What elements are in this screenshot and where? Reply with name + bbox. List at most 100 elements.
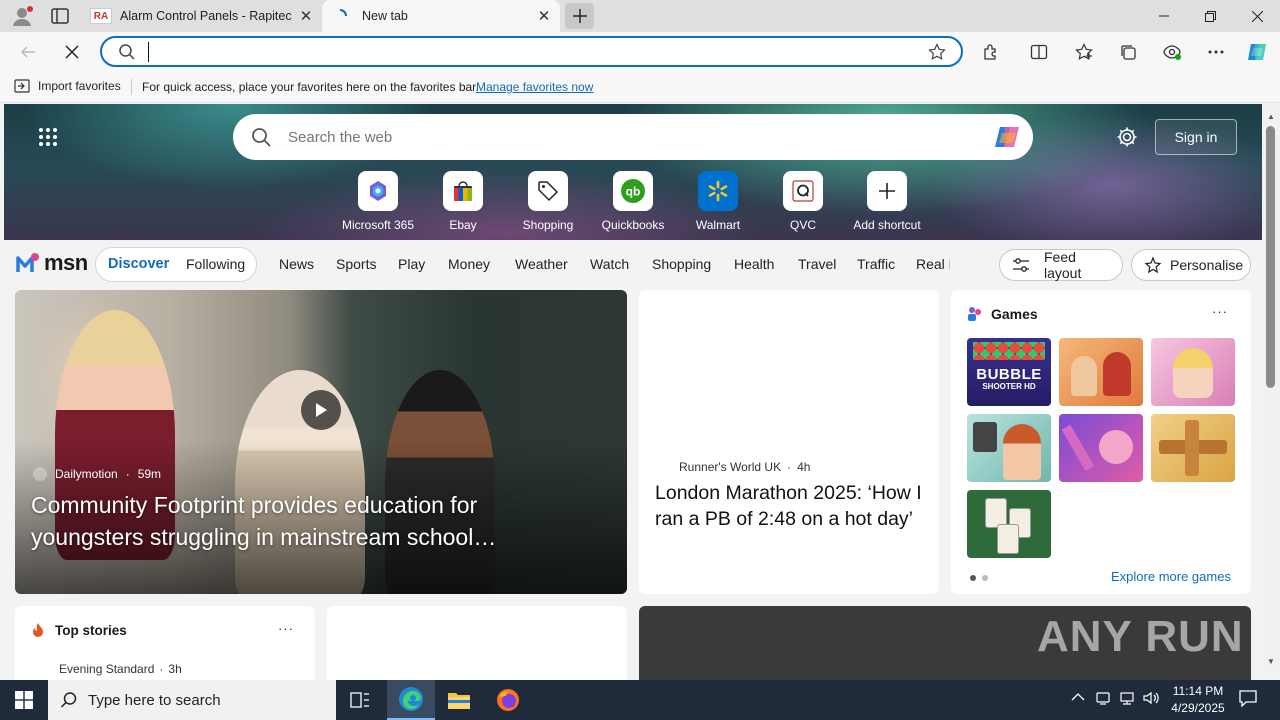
nav-health[interactable]: Health	[734, 256, 774, 272]
nav-shopping[interactable]: Shopping	[652, 256, 711, 272]
more-options-icon[interactable]: ···	[278, 621, 294, 636]
scroll-down-icon[interactable]: ▼	[1267, 657, 1275, 666]
tab-following[interactable]: Following	[186, 256, 245, 272]
explore-more-games-link[interactable]: Explore more games	[1111, 569, 1231, 584]
nav-money[interactable]: Money	[448, 256, 490, 272]
browser-essentials-icon[interactable]	[1160, 40, 1184, 64]
file-explorer-icon[interactable]	[435, 680, 483, 720]
nav-travel[interactable]: Travel	[798, 256, 836, 272]
tab-discover[interactable]: Discover	[108, 256, 169, 272]
manage-favorites-link[interactable]: Manage favorites now	[476, 80, 593, 94]
extensions-icon[interactable]	[979, 40, 1003, 64]
shortcut-label: Shopping	[522, 218, 574, 232]
game-mahjong[interactable]	[967, 490, 1051, 558]
game-tile[interactable]	[1151, 414, 1235, 482]
clock[interactable]: 11:14 PM 4/29/2025	[1168, 683, 1228, 717]
copilot-icon[interactable]	[1245, 40, 1269, 64]
separator-dot: ·	[787, 460, 792, 474]
shortcut-add[interactable]: Add shortcut	[849, 171, 925, 232]
sign-in-button[interactable]: Sign in	[1155, 119, 1237, 155]
start-button[interactable]	[0, 680, 48, 720]
shortcut-walmart[interactable]: Walmart	[680, 171, 756, 232]
more-options-icon[interactable]	[1204, 40, 1228, 64]
new-tab-button[interactable]	[565, 3, 594, 29]
web-search-input[interactable]	[288, 126, 968, 148]
tab-new-tab[interactable]: New tab ✕	[322, 0, 560, 32]
show-hidden-icons[interactable]	[1071, 692, 1085, 702]
ebay-icon	[443, 171, 483, 211]
shortcut-ebay[interactable]: Ebay	[425, 171, 501, 232]
restore-icon[interactable]	[1187, 0, 1233, 32]
task-view-icon[interactable]	[336, 680, 384, 720]
nav-watch[interactable]: Watch	[590, 256, 629, 272]
shortcut-microsoft-365[interactable]: Microsoft 365	[340, 171, 416, 232]
address-input[interactable]	[148, 42, 908, 62]
nav-play[interactable]: Play	[398, 256, 425, 272]
nav-news[interactable]: News	[279, 256, 314, 272]
feed-layout-button[interactable]: Feed layout	[999, 249, 1123, 281]
game-subtitle-text: SHOOTER HD	[982, 382, 1036, 391]
apps-launcher-icon[interactable]	[38, 127, 58, 147]
import-favorites[interactable]: Import favorites	[14, 79, 121, 93]
page-scrollbar[interactable]: ▲ ▼	[1262, 104, 1280, 674]
favorites-icon[interactable]	[1072, 40, 1096, 64]
shortcut-qvc[interactable]: QVC	[765, 171, 841, 232]
game-bubble-shooter[interactable]: BUBBLE SHOOTER HD	[967, 338, 1051, 406]
tab-actions-icon[interactable]	[50, 7, 70, 25]
nav-traffic[interactable]: Traffic	[857, 256, 895, 272]
back-icon[interactable]	[16, 40, 40, 64]
address-bar[interactable]	[100, 36, 963, 67]
close-tab-icon[interactable]: ✕	[298, 8, 314, 25]
separator-dot: ·	[159, 662, 164, 676]
network-drive-icon[interactable]	[1095, 690, 1111, 706]
separator-dot: ·	[125, 467, 130, 481]
more-options-icon[interactable]: ···	[1212, 304, 1228, 319]
nav-real-estate[interactable]: Real E	[916, 256, 950, 272]
scroll-up-icon[interactable]: ▲	[1267, 112, 1275, 121]
notifications-icon[interactable]	[1238, 689, 1258, 707]
network-icon[interactable]	[1118, 690, 1136, 706]
story-headline[interactable]: London Marathon 2025: ‘How I ran a PB of…	[655, 480, 923, 532]
close-window-icon[interactable]	[1234, 0, 1280, 32]
hero-headline[interactable]: Community Footprint provides education f…	[31, 489, 591, 553]
minimize-icon[interactable]	[1141, 0, 1187, 32]
firefox-icon[interactable]	[484, 680, 532, 720]
msn-logo[interactable]: msn	[16, 250, 88, 276]
qvc-icon	[783, 171, 823, 211]
clock-date: 4/29/2025	[1171, 701, 1225, 715]
shortcut-quickbooks[interactable]: qb Quickbooks	[595, 171, 671, 232]
collections-icon[interactable]	[1116, 40, 1140, 64]
media-card[interactable]: ANY RUN	[639, 606, 1251, 686]
watermark-text: ANY RUN	[1037, 612, 1244, 661]
copilot-icon[interactable]	[991, 121, 1023, 153]
nav-weather[interactable]: Weather	[515, 256, 568, 272]
favorite-star-icon[interactable]	[928, 43, 946, 61]
profile-icon[interactable]	[10, 5, 34, 27]
game-tile[interactable]	[967, 414, 1051, 482]
web-search-box[interactable]	[233, 114, 1033, 160]
tab-rapitec[interactable]: RA Alarm Control Panels - Rapitec ✕	[84, 0, 322, 32]
play-icon[interactable]	[301, 390, 341, 430]
carousel-dot[interactable]	[982, 575, 988, 581]
tab-title: New tab	[362, 9, 408, 23]
game-tile[interactable]	[1151, 338, 1235, 406]
game-art	[973, 422, 997, 452]
split-screen-icon[interactable]	[1027, 40, 1051, 64]
edge-taskbar-icon[interactable]	[387, 680, 435, 720]
settings-gear-icon[interactable]	[1116, 126, 1138, 148]
games-icon	[966, 305, 984, 323]
clock-time: 11:14 PM	[1172, 684, 1224, 698]
taskbar-search[interactable]: Type here to search	[48, 680, 336, 720]
shortcut-label: Ebay	[449, 218, 477, 232]
stop-icon[interactable]	[60, 40, 84, 64]
scrollbar-thumb[interactable]	[1266, 126, 1275, 388]
game-tile[interactable]	[1059, 414, 1143, 482]
story-card[interactable]: Runner's World UK · 4h London Marathon 2…	[639, 290, 939, 594]
close-tab-icon[interactable]: ✕	[536, 8, 552, 25]
carousel-dot-active[interactable]	[970, 575, 976, 581]
nav-sports[interactable]: Sports	[336, 256, 376, 272]
personalise-button[interactable]: Personalise	[1131, 249, 1251, 281]
volume-icon[interactable]	[1142, 690, 1160, 706]
game-tile[interactable]	[1059, 338, 1143, 406]
shortcut-shopping[interactable]: Shopping	[510, 171, 586, 232]
